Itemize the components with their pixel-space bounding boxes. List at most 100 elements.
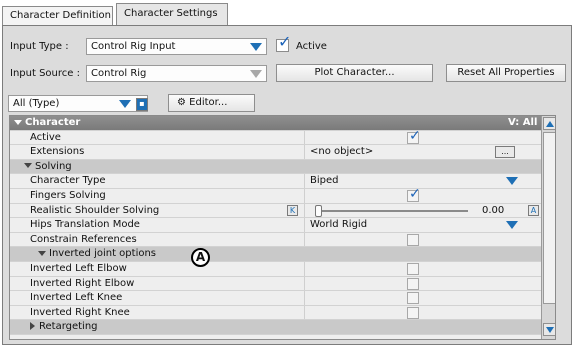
property-name-text: Hips Translation Mode bbox=[30, 219, 140, 231]
group-title-text: Character bbox=[25, 117, 81, 128]
column-separator bbox=[304, 203, 305, 218]
property-checkbox[interactable] bbox=[407, 306, 419, 319]
column-separator bbox=[304, 145, 305, 159]
editor-button[interactable]: ⚙ Editor... bbox=[168, 94, 255, 112]
property-name-text: Realistic Shoulder Solving bbox=[30, 204, 160, 216]
checkmark-icon: ✓ bbox=[409, 127, 421, 144]
column-separator bbox=[304, 305, 305, 320]
expand-icon bbox=[30, 322, 35, 331]
property-checkbox[interactable] bbox=[407, 277, 419, 290]
editor-button-label: Editor... bbox=[189, 97, 228, 108]
property-name: Constrain References bbox=[30, 233, 137, 247]
property-row[interactable]: Retargeting bbox=[10, 320, 541, 335]
vertical-scrollbar[interactable] bbox=[541, 116, 555, 339]
property-row[interactable]: Inverted Right Elbow bbox=[10, 276, 541, 292]
column-separator bbox=[304, 232, 305, 247]
property-name-text: Inverted Right Knee bbox=[30, 306, 130, 318]
expand-icon bbox=[24, 163, 32, 169]
input-type-dropdown[interactable]: Control Rig Input bbox=[86, 38, 267, 55]
input-source-dropdown[interactable]: Control Rig bbox=[86, 65, 267, 82]
property-row[interactable]: Constrain References bbox=[10, 232, 541, 248]
property-row[interactable]: Active ✓ bbox=[10, 128, 541, 146]
property-name: Hips Translation Mode bbox=[30, 218, 140, 232]
arrow-up-icon bbox=[546, 121, 554, 127]
property-checkbox[interactable]: ✓ bbox=[407, 186, 421, 202]
input-type-label: Input Type : bbox=[10, 41, 69, 52]
browse-button[interactable]: ... bbox=[495, 146, 515, 159]
column-separator bbox=[304, 130, 305, 145]
chevron-down-icon[interactable] bbox=[506, 221, 518, 230]
tab-character-settings[interactable]: Character Settings bbox=[116, 3, 228, 25]
tab-character-definition[interactable]: Character Definition bbox=[2, 6, 113, 25]
property-name: Solving bbox=[24, 160, 72, 174]
reset-all-properties-button[interactable]: Reset All Properties bbox=[446, 64, 566, 82]
property-name: Fingers Solving bbox=[30, 189, 106, 203]
slider-track[interactable] bbox=[320, 209, 468, 212]
expand-icon bbox=[38, 250, 46, 256]
property-name-text: Inverted Left Knee bbox=[30, 292, 123, 304]
property-name-text: Solving bbox=[35, 160, 72, 172]
column-separator bbox=[304, 174, 305, 188]
property-row[interactable]: Inverted Right Knee bbox=[10, 305, 541, 321]
property-name-text: Active bbox=[30, 131, 61, 143]
slider-value[interactable]: 0.00 bbox=[482, 204, 504, 218]
animate-button[interactable]: A bbox=[528, 204, 539, 216]
property-name-text: Inverted Right Elbow bbox=[30, 277, 135, 289]
property-checkbox[interactable]: ✓ bbox=[407, 128, 421, 144]
property-name: Realistic Shoulder Solving bbox=[30, 204, 159, 218]
property-row[interactable]: Inverted Left Elbow bbox=[10, 262, 541, 277]
scroll-thumb[interactable] bbox=[543, 132, 555, 304]
property-checkbox[interactable] bbox=[407, 292, 419, 305]
property-name-text: Inverted joint options bbox=[49, 248, 157, 260]
property-row[interactable]: Solving bbox=[10, 159, 541, 175]
property-row[interactable]: Character Type Biped bbox=[10, 174, 541, 189]
view-filter-label: V: All bbox=[508, 117, 538, 128]
checkmark-icon: ✓ bbox=[409, 186, 421, 202]
column-separator bbox=[304, 291, 305, 305]
property-name-text: Fingers Solving bbox=[30, 190, 106, 201]
scroll-down-button[interactable] bbox=[543, 323, 555, 336]
property-name: Inverted Right Knee bbox=[30, 306, 130, 320]
column-separator bbox=[304, 276, 305, 291]
property-name: Inverted Left Knee bbox=[30, 291, 122, 305]
property-value: Biped bbox=[310, 175, 339, 187]
property-toolbar: All (Type) ▪ ⚙ Editor... bbox=[7, 94, 567, 115]
chevron-down-icon bbox=[250, 43, 262, 51]
column-separator bbox=[304, 189, 305, 203]
property-name: Inverted joint options bbox=[38, 247, 156, 261]
property-row[interactable]: Extensions <no object>... bbox=[10, 145, 541, 160]
active-label: Active bbox=[296, 41, 327, 52]
slider-handle[interactable] bbox=[315, 204, 322, 217]
property-row[interactable]: Fingers Solving ✓ bbox=[10, 186, 541, 204]
input-source-value: Control Rig bbox=[91, 68, 147, 79]
gear-icon: ⚙ bbox=[177, 97, 190, 108]
group-title: Character bbox=[14, 116, 80, 130]
property-name: Active bbox=[30, 131, 61, 145]
property-filter-dropdown[interactable]: All (Type) bbox=[8, 95, 148, 112]
property-value: <no object> bbox=[310, 146, 374, 158]
property-row[interactable]: Hips Translation Mode World Rigid bbox=[10, 218, 541, 233]
callout-marker: A bbox=[191, 248, 210, 267]
property-name: Retargeting bbox=[30, 320, 98, 334]
plot-character-button[interactable]: Plot Character... bbox=[276, 64, 433, 82]
chevron-down-icon bbox=[250, 70, 262, 78]
scroll-up-button[interactable] bbox=[543, 117, 555, 130]
arrow-down-icon bbox=[546, 327, 554, 333]
property-name: Inverted Left Elbow bbox=[30, 262, 127, 276]
chevron-down-icon[interactable] bbox=[506, 177, 518, 186]
property-name-text: Character Type bbox=[30, 175, 106, 187]
active-checkbox[interactable]: ✓ bbox=[276, 34, 291, 52]
property-row[interactable]: Inverted Left Knee bbox=[10, 291, 541, 306]
key-button[interactable]: K bbox=[287, 204, 298, 216]
property-row[interactable]: Inverted joint options bbox=[10, 247, 541, 262]
property-row[interactable]: Realistic Shoulder Solving K 0.00 A bbox=[10, 203, 541, 219]
character-settings-window: Character Definition Character Settings … bbox=[0, 0, 575, 347]
property-name: Inverted Right Elbow bbox=[30, 277, 134, 291]
input-type-value: Control Rig Input bbox=[91, 41, 176, 52]
property-group-header[interactable]: Character V: All bbox=[10, 116, 541, 131]
property-checkbox[interactable] bbox=[407, 233, 419, 246]
expand-icon bbox=[14, 119, 22, 125]
lock-icon[interactable]: ▪ bbox=[136, 98, 148, 111]
input-source-label: Input Source : bbox=[10, 68, 80, 79]
property-checkbox[interactable] bbox=[407, 263, 419, 275]
